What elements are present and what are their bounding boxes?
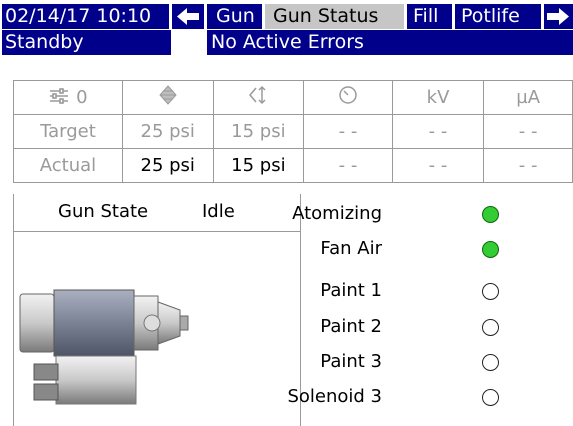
target-fan-air: 25 psi [121, 114, 214, 149]
valve-header [212, 80, 305, 115]
spray-gun-image [19, 289, 189, 405]
actual-fan-air: 25 psi [121, 148, 214, 183]
gun-state-label: Gun State [58, 201, 149, 222]
actual-kv: - - [391, 148, 485, 183]
system-state: Standby [2, 30, 171, 55]
valve-label-atomizing: Atomizing [292, 203, 382, 224]
target-ua: - - [483, 114, 573, 149]
top-bar: 02/14/17 10:10 Gun Gun Status Fill Potli… [0, 0, 573, 30]
valve-label-solenoid-3: Solenoid 3 [287, 386, 382, 407]
fan-pattern-icon [159, 85, 177, 105]
measurement-table: 0 kV µA Target 25 psi 15 psi - - - - - -… [13, 80, 573, 183]
arrow-left-icon [177, 8, 199, 25]
target-kv: - - [391, 114, 485, 149]
datetime: 02/14/17 10:10 [2, 4, 169, 29]
table-row-actual: Actual 25 psi 15 psi - - - - - - [13, 148, 573, 183]
table-row-target: Target 25 psi 15 psi - - - - - - [13, 114, 573, 149]
flow-value: 0 [76, 87, 88, 108]
tab-gun-status[interactable]: Gun Status [265, 4, 404, 29]
fan-air-indicator [482, 241, 499, 258]
target-atomizing-air: 15 psi [212, 114, 305, 149]
gun-state-value: Idle [202, 201, 235, 222]
fan-pattern-header [121, 80, 214, 115]
atomizing-indicator [482, 206, 499, 223]
target-gauge: - - [303, 114, 393, 149]
flow-header: 0 [13, 80, 123, 115]
valve-label-fan-air: Fan Air [320, 238, 382, 259]
valve-icon [249, 85, 266, 105]
next-screen-button[interactable] [544, 4, 573, 29]
actual-ua: - - [483, 148, 573, 183]
kv-header: kV [391, 80, 485, 115]
ua-header: µA [483, 80, 573, 115]
previous-screen-button[interactable] [172, 4, 204, 29]
gauge-icon [339, 86, 357, 104]
tab-potlife[interactable]: Potlife [455, 4, 541, 29]
gun-state-panel: Gun State Idle [13, 194, 301, 426]
flow-adjust-icon [50, 88, 69, 104]
actual-atomizing-air: 15 psi [212, 148, 305, 183]
valve-label-paint-3: Paint 3 [320, 351, 382, 372]
gun-state-header: Gun State Idle [14, 194, 301, 232]
tab-gun[interactable]: Gun [207, 4, 262, 29]
row-label: Target [13, 114, 123, 149]
paint-2-indicator [482, 319, 499, 336]
gauge-header [303, 80, 393, 115]
row-label: Actual [13, 148, 123, 183]
tab-fill[interactable]: Fill [407, 4, 452, 29]
status-bar: Standby No Active Errors [0, 30, 573, 68]
valve-label-paint-2: Paint 2 [320, 316, 382, 337]
solenoid-3-indicator [482, 389, 499, 406]
valve-label-paint-1: Paint 1 [320, 280, 382, 301]
error-status: No Active Errors [207, 30, 573, 55]
arrow-right-icon [547, 8, 569, 25]
table-header-row: 0 kV µA [13, 80, 573, 115]
paint-3-indicator [482, 354, 499, 371]
paint-1-indicator [482, 283, 499, 300]
actual-gauge: - - [303, 148, 393, 183]
